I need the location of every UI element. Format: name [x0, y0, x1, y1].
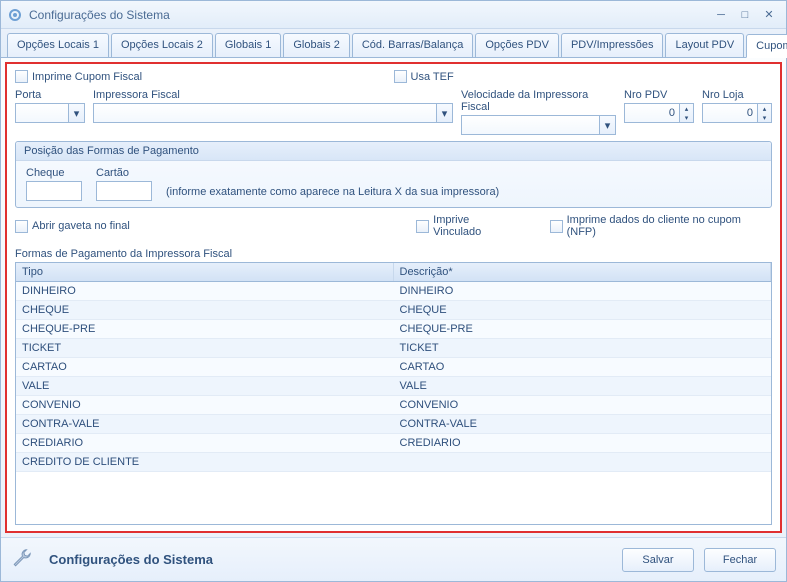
close-button[interactable]: Fechar	[704, 548, 776, 572]
table-row[interactable]: TICKETTICKET	[16, 339, 771, 358]
group-posicao-formas-pagamento: Posição das Formas de Pagamento Cheque C…	[15, 141, 772, 208]
checkbox-abrir-gaveta[interactable]	[15, 220, 28, 233]
table-formas-pagamento: Tipo Descrição* DINHEIRODINHEIROCHEQUECH…	[15, 262, 772, 525]
table-row[interactable]: CARTAOCARTAO	[16, 358, 771, 377]
footer: Configurações do Sistema Salvar Fechar	[1, 537, 786, 581]
cell-tipo: CONVENIO	[16, 396, 394, 414]
footer-title: Configurações do Sistema	[49, 552, 612, 567]
chevron-down-icon: ▾	[68, 104, 84, 122]
label-nro-pdv: Nro PDV	[624, 89, 694, 101]
gear-icon	[7, 7, 23, 23]
label-usa-tef: Usa TEF	[411, 71, 454, 83]
spinner-nro-pdv[interactable]: 0 ▴▾	[624, 103, 694, 123]
table-row[interactable]: CREDIARIOCREDIARIO	[16, 434, 771, 453]
chevron-down-icon: ▾	[599, 116, 615, 134]
spinner-nro-loja[interactable]: 0 ▴▾	[702, 103, 772, 123]
checkbox-imprive-vinculado[interactable]	[416, 220, 429, 233]
table-row[interactable]: CONTRA-VALECONTRA-VALE	[16, 415, 771, 434]
column-header-tipo[interactable]: Tipo	[16, 263, 394, 281]
hint-text: (informe exatamente como aparece na Leit…	[166, 186, 499, 201]
cell-tipo: CHEQUE	[16, 301, 394, 319]
cell-tipo: DINHEIRO	[16, 282, 394, 300]
tab-op-es-pdv[interactable]: Opções PDV	[475, 33, 559, 57]
checkbox-imprime-cupom[interactable]	[15, 70, 28, 83]
tab-bar: Opções Locais 1Opções Locais 2Globais 1G…	[1, 29, 786, 58]
cell-descricao: CARTAO	[394, 358, 772, 376]
label-velocidade: Velocidade da Impressora Fiscal	[461, 89, 616, 113]
table-row[interactable]: CONVENIOCONVENIO	[16, 396, 771, 415]
close-window-button[interactable]: ✕	[758, 7, 780, 23]
cell-descricao: DINHEIRO	[394, 282, 772, 300]
save-button[interactable]: Salvar	[622, 548, 694, 572]
cell-descricao: CHEQUE-PRE	[394, 320, 772, 338]
cell-descricao: CHEQUE	[394, 301, 772, 319]
tab-cupom-fiscal[interactable]: Cupom Fiscal	[746, 34, 787, 58]
titlebar: Configurações do Sistema ─ □ ✕	[1, 1, 786, 29]
chevron-down-icon[interactable]: ▾	[680, 113, 693, 122]
cell-descricao: CONTRA-VALE	[394, 415, 772, 433]
table-row[interactable]: CREDITO DE CLIENTE	[16, 453, 771, 472]
column-header-descricao[interactable]: Descrição*	[394, 263, 772, 281]
table-row[interactable]: CHEQUE-PRECHEQUE-PRE	[16, 320, 771, 339]
table-header: Tipo Descrição*	[16, 263, 771, 282]
label-imprive-vinculado: Imprive Vinculado	[433, 214, 520, 238]
group-title: Posição das Formas de Pagamento	[16, 142, 771, 161]
label-nro-loja: Nro Loja	[702, 89, 772, 101]
input-cheque[interactable]	[26, 181, 82, 201]
combo-porta[interactable]: ▾	[15, 103, 85, 123]
table-row[interactable]: VALEVALE	[16, 377, 771, 396]
tab-panel-cupom-fiscal: Imprime Cupom Fiscal Usa TEF Porta ▾ Imp…	[5, 62, 782, 533]
window: Configurações do Sistema ─ □ ✕ Opções Lo…	[0, 0, 787, 582]
table-row[interactable]: DINHEIRODINHEIRO	[16, 282, 771, 301]
table-title: Formas de Pagamento da Impressora Fiscal	[15, 248, 772, 260]
checkbox-imprime-dados-cliente[interactable]	[550, 220, 563, 233]
combo-velocidade[interactable]: ▾	[461, 115, 616, 135]
cell-descricao: TICKET	[394, 339, 772, 357]
checkbox-usa-tef[interactable]	[394, 70, 407, 83]
tab-layout-pdv[interactable]: Layout PDV	[665, 33, 744, 57]
tab-c-d-barras-balan-a[interactable]: Cód. Barras/Balança	[352, 33, 474, 57]
cell-descricao	[394, 453, 772, 471]
minimize-button[interactable]: ─	[710, 7, 732, 23]
maximize-button[interactable]: □	[734, 7, 756, 23]
tab-pdv-impress-es[interactable]: PDV/Impressões	[561, 33, 664, 57]
cell-tipo: CONTRA-VALE	[16, 415, 394, 433]
window-title: Configurações do Sistema	[29, 8, 708, 22]
label-imprime-cupom: Imprime Cupom Fiscal	[32, 71, 142, 83]
wrench-icon	[11, 547, 33, 572]
label-imprime-dados-cliente: Imprime dados do cliente no cupom (NFP)	[567, 214, 772, 238]
cell-descricao: CONVENIO	[394, 396, 772, 414]
tab-op-es-locais-1[interactable]: Opções Locais 1	[7, 33, 109, 57]
table-row[interactable]: CHEQUECHEQUE	[16, 301, 771, 320]
chevron-up-icon[interactable]: ▴	[680, 104, 693, 113]
chevron-down-icon[interactable]: ▾	[758, 113, 771, 122]
cell-tipo: CREDITO DE CLIENTE	[16, 453, 394, 471]
cell-tipo: CARTAO	[16, 358, 394, 376]
tab-globais-2[interactable]: Globais 2	[283, 33, 349, 57]
input-cartao[interactable]	[96, 181, 152, 201]
cell-tipo: CREDIARIO	[16, 434, 394, 452]
label-cartao: Cartão	[96, 167, 152, 179]
cell-tipo: TICKET	[16, 339, 394, 357]
cell-descricao: VALE	[394, 377, 772, 395]
label-impressora-fiscal: Impressora Fiscal	[93, 89, 453, 101]
label-abrir-gaveta: Abrir gaveta no final	[32, 220, 130, 232]
cell-tipo: CHEQUE-PRE	[16, 320, 394, 338]
label-cheque: Cheque	[26, 167, 82, 179]
tab-op-es-locais-2[interactable]: Opções Locais 2	[111, 33, 213, 57]
cell-descricao: CREDIARIO	[394, 434, 772, 452]
cell-tipo: VALE	[16, 377, 394, 395]
chevron-down-icon: ▾	[436, 104, 452, 122]
chevron-up-icon[interactable]: ▴	[758, 104, 771, 113]
table-body: DINHEIRODINHEIROCHEQUECHEQUECHEQUE-PRECH…	[16, 282, 771, 472]
tab-globais-1[interactable]: Globais 1	[215, 33, 281, 57]
combo-impressora-fiscal[interactable]: ▾	[93, 103, 453, 123]
label-porta: Porta	[15, 89, 85, 101]
